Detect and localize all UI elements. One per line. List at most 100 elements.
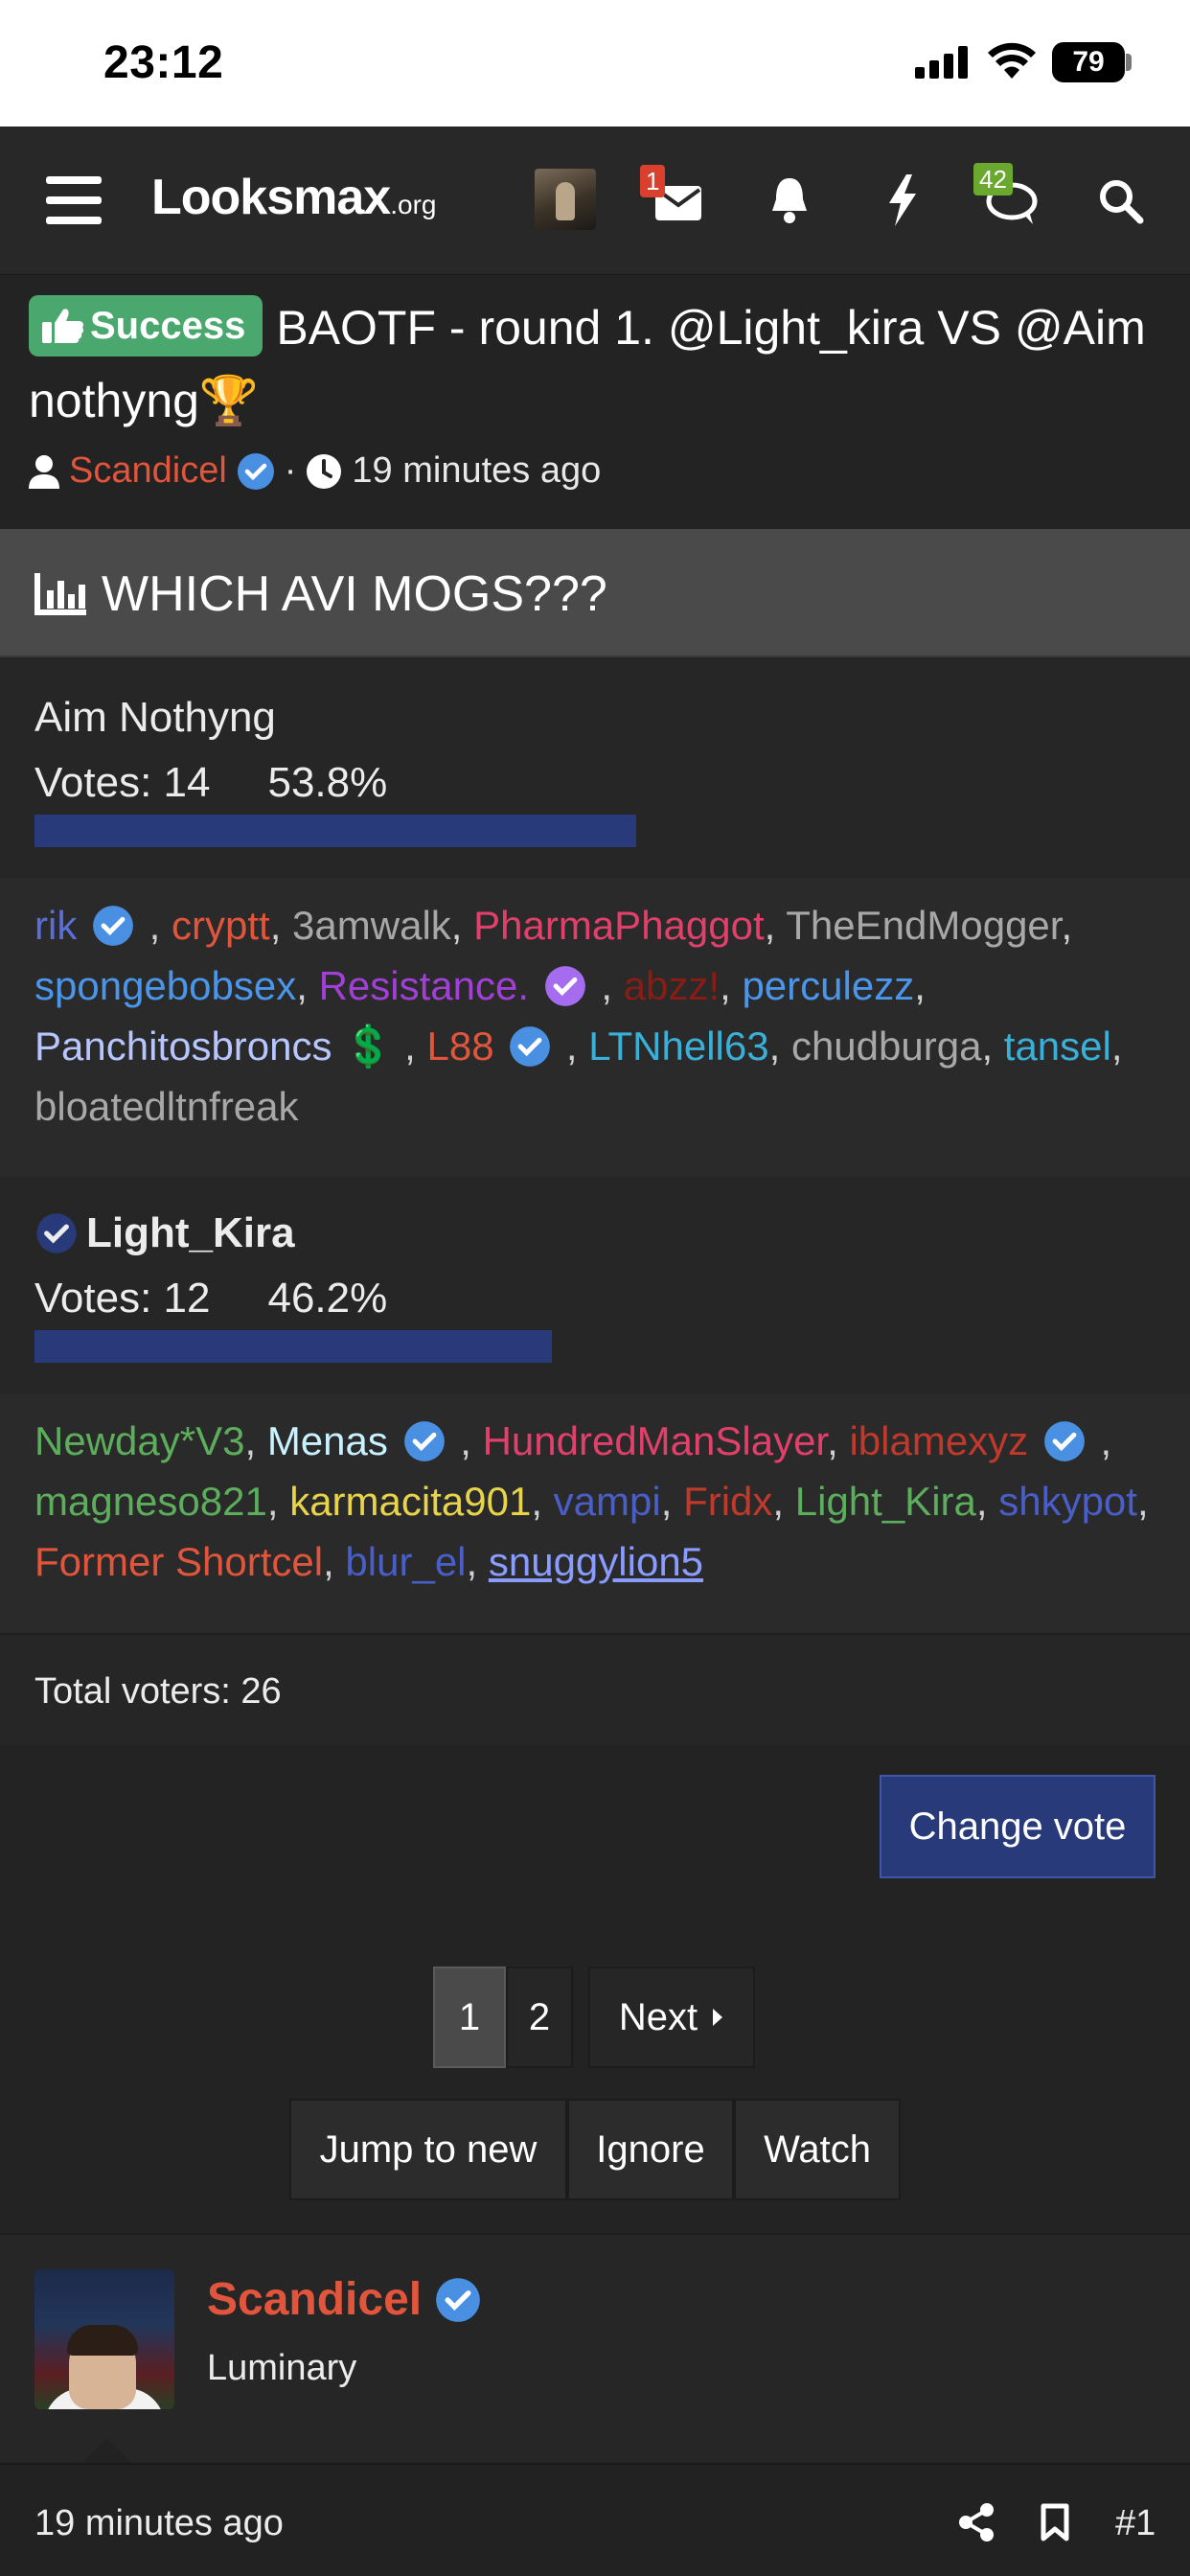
voter-separator: , bbox=[460, 1418, 483, 1463]
voter-link[interactable]: Light_Kira bbox=[795, 1479, 976, 1524]
post-number[interactable]: #1 bbox=[1115, 2503, 1156, 2544]
voter-link[interactable]: 3amwalk bbox=[292, 903, 451, 948]
user-avatar[interactable] bbox=[535, 169, 596, 230]
voter-link[interactable]: karmacita901 bbox=[289, 1479, 531, 1524]
change-vote-button[interactable]: Change vote bbox=[880, 1775, 1156, 1878]
verified-icon bbox=[93, 906, 133, 946]
chat-badge: 42 bbox=[973, 163, 1013, 196]
voter-link[interactable]: Menas bbox=[267, 1418, 460, 1463]
voter-separator: , bbox=[975, 1479, 999, 1524]
voter-link[interactable]: blur_el bbox=[345, 1539, 466, 1584]
voter-separator: , bbox=[149, 903, 172, 948]
voter-link[interactable]: cryptt bbox=[172, 903, 270, 948]
voter-name: rik bbox=[34, 903, 78, 948]
voter-name: Former Shortcel bbox=[34, 1539, 324, 1584]
post-footer: 19 minutes ago #1 bbox=[0, 2463, 1190, 2576]
thread-time: 19 minutes ago bbox=[352, 450, 602, 491]
search-icon[interactable] bbox=[1098, 178, 1144, 224]
thread-author[interactable]: Scandicel bbox=[69, 450, 227, 492]
voter-link[interactable]: abzz! bbox=[624, 963, 720, 1008]
poll-header: WHICH AVI MOGS??? bbox=[0, 529, 1190, 657]
page-1-button[interactable]: 1 bbox=[433, 1966, 506, 2068]
wifi-icon bbox=[988, 42, 1036, 79]
voter-separator: , bbox=[244, 1418, 267, 1463]
voter-name: TheEndMogger bbox=[786, 903, 1062, 948]
bell-icon[interactable] bbox=[768, 176, 811, 224]
voter-link[interactable]: magneso821 bbox=[34, 1479, 267, 1524]
voter-name: Panchitosbroncs bbox=[34, 1024, 332, 1069]
clock-icon bbox=[307, 453, 342, 489]
poll-voter-list: Newday*V3, Menas , HundredManSlayer, ibl… bbox=[0, 1393, 1190, 1633]
verified-icon bbox=[1043, 1421, 1085, 1461]
voter-link[interactable]: L88 bbox=[427, 1024, 566, 1069]
signal-icon bbox=[915, 46, 969, 79]
voter-link[interactable]: shkypot bbox=[998, 1479, 1137, 1524]
voter-separator: , bbox=[827, 1418, 850, 1463]
poll-bar-fill bbox=[34, 1330, 552, 1363]
voter-link[interactable]: chudburga bbox=[791, 1024, 982, 1069]
post-time[interactable]: 19 minutes ago bbox=[34, 2503, 284, 2544]
voter-link[interactable]: tansel bbox=[1004, 1024, 1111, 1069]
thread-meta: Scandicel · 19 minutes ago bbox=[29, 450, 601, 492]
site-logo[interactable]: Looksmax.org bbox=[151, 169, 436, 226]
poll-response-votes: Votes: 14 53.8% bbox=[34, 759, 388, 806]
share-icon[interactable] bbox=[958, 2503, 995, 2542]
voter-name: LTNhell63 bbox=[588, 1024, 769, 1069]
voter-name: Light_Kira bbox=[794, 1479, 976, 1524]
voter-name: magneso821 bbox=[34, 1479, 267, 1524]
ignore-button[interactable]: Ignore bbox=[567, 2099, 734, 2200]
voter-link[interactable]: iblamexyz bbox=[849, 1418, 1100, 1463]
jump-to-new-button[interactable]: Jump to new bbox=[289, 2099, 567, 2200]
voter-name: vampi bbox=[553, 1479, 661, 1524]
voter-name: shkypot bbox=[998, 1479, 1137, 1524]
prefix-badge[interactable]: Success bbox=[29, 295, 263, 356]
voter-name: karmacita901 bbox=[289, 1479, 532, 1524]
voter-separator: , bbox=[660, 1479, 684, 1524]
voter-link[interactable]: TheEndMogger bbox=[786, 903, 1061, 948]
voter-name: tansel bbox=[1003, 1024, 1111, 1069]
voter-name: HundredManSlayer bbox=[482, 1418, 828, 1463]
watch-button[interactable]: Watch bbox=[734, 2099, 901, 2200]
voter-link[interactable]: LTNhell63 bbox=[588, 1024, 768, 1069]
voter-separator: , bbox=[1136, 1479, 1149, 1524]
voter-link[interactable]: rik bbox=[34, 903, 149, 948]
verified-icon bbox=[436, 2277, 480, 2322]
voter-name: Fridx bbox=[683, 1479, 773, 1524]
voter-link[interactable]: HundredManSlayer bbox=[483, 1418, 828, 1463]
voter-link[interactable]: vampi bbox=[554, 1479, 661, 1524]
voter-link[interactable]: snuggylion5 bbox=[489, 1539, 703, 1584]
voter-separator: , bbox=[466, 1539, 489, 1584]
page-2-button[interactable]: 2 bbox=[506, 1966, 573, 2068]
voter-link[interactable]: Panchitosbroncs 💲 bbox=[34, 1024, 404, 1069]
voter-name: Menas bbox=[266, 1418, 388, 1463]
voter-name: 3amwalk bbox=[292, 903, 451, 948]
lightning-icon[interactable] bbox=[885, 174, 920, 226]
bookmark-icon[interactable] bbox=[1041, 2503, 1069, 2542]
post-avatar[interactable] bbox=[34, 2269, 174, 2409]
battery-tip bbox=[1126, 54, 1132, 71]
verified-icon bbox=[403, 1421, 445, 1461]
voter-name: Newday*V3 bbox=[34, 1418, 245, 1463]
voter-name: chudburga bbox=[790, 1024, 982, 1069]
post-notch bbox=[80, 2438, 134, 2465]
caret-right-icon bbox=[713, 2009, 723, 2026]
post-author[interactable]: Scandicel bbox=[207, 2273, 481, 2326]
next-page-button[interactable]: Next bbox=[588, 1966, 755, 2068]
voter-link[interactable]: bloatedltnfreak bbox=[34, 1084, 299, 1129]
voter-link[interactable]: Former Shortcel bbox=[34, 1539, 323, 1584]
menu-icon[interactable] bbox=[46, 176, 102, 224]
voter-name: snuggylion5 bbox=[488, 1539, 704, 1584]
voter-link[interactable]: perculezz bbox=[742, 963, 914, 1008]
voter-link[interactable]: Newday*V3 bbox=[34, 1418, 244, 1463]
voter-separator: , bbox=[720, 963, 743, 1008]
verified-icon bbox=[544, 966, 585, 1006]
voter-link[interactable]: Fridx bbox=[683, 1479, 772, 1524]
post-user-title: Luminary bbox=[207, 2348, 357, 2388]
status-time: 23:12 bbox=[103, 37, 224, 88]
voter-separator: , bbox=[323, 1539, 346, 1584]
poll-response-votes: Votes: 12 46.2% bbox=[34, 1275, 388, 1322]
voter-link[interactable]: spongebobsex bbox=[34, 963, 296, 1008]
voter-name: cryptt bbox=[172, 903, 270, 948]
voter-link[interactable]: Resistance. bbox=[319, 963, 602, 1008]
voter-link[interactable]: PharmaPhaggot bbox=[473, 903, 765, 948]
